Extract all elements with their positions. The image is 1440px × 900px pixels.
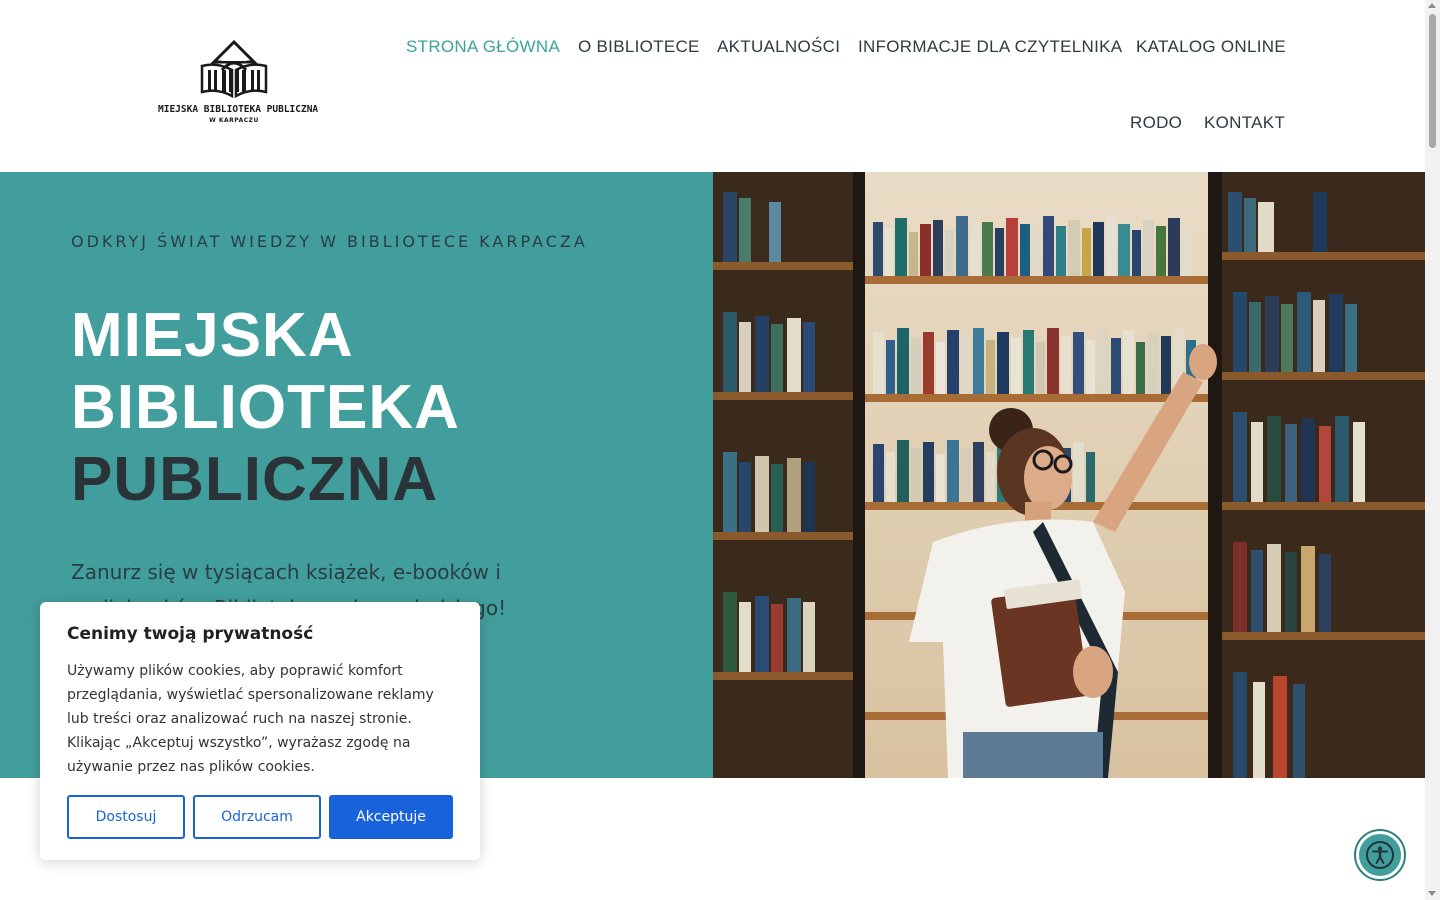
scroll-down-arrow-icon[interactable] <box>1428 891 1436 896</box>
site-header: MIEJSKA BIBLIOTEKA PUBLICZNA W KARPACZU … <box>0 0 1425 172</box>
cookie-accept-button[interactable]: Akceptuje <box>329 795 453 839</box>
cookie-title: Cenimy twoją prywatność <box>67 624 314 644</box>
hero-image <box>713 172 1425 778</box>
nav-rodo[interactable]: RODO <box>1130 113 1182 133</box>
library-photo-illustration <box>713 172 1425 778</box>
page: MIEJSKA BIBLIOTEKA PUBLICZNA W KARPACZU … <box>0 0 1425 900</box>
scrollbar-thumb[interactable] <box>1429 14 1436 148</box>
site-logo[interactable]: MIEJSKA BIBLIOTEKA PUBLICZNA W KARPACZU <box>158 40 319 128</box>
nav-home[interactable]: STRONA GŁÓWNA <box>406 37 560 57</box>
library-building-icon <box>200 40 268 99</box>
cookie-consent-banner: Cenimy twoją prywatność Używamy plików c… <box>40 602 480 860</box>
logo-subtitle: W KARPACZU <box>209 117 259 124</box>
accessibility-person-icon <box>1366 841 1394 869</box>
page-scrollbar[interactable] <box>1425 0 1440 900</box>
hero-title-line-2: BIBLIOTEKA <box>71 373 460 442</box>
accessibility-button[interactable] <box>1356 831 1404 879</box>
nav-contact[interactable]: KONTAKT <box>1204 113 1285 133</box>
scroll-up-arrow-icon[interactable] <box>1428 3 1436 8</box>
hero-title-line-3: PUBLICZNA <box>71 445 439 514</box>
nav-news[interactable]: AKTUALNOŚCI <box>717 37 840 57</box>
logo-title: MIEJSKA BIBLIOTEKA PUBLICZNA <box>158 104 319 115</box>
cookie-customize-button[interactable]: Dostosuj <box>67 795 185 839</box>
cookie-reject-button[interactable]: Odrzucam <box>193 795 321 839</box>
hero-title-line-1: MIEJSKA <box>71 301 354 370</box>
nav-about[interactable]: O BIBLIOTECE <box>578 37 700 57</box>
hero-title: MIEJSKA BIBLIOTEKA PUBLICZNA <box>71 300 460 516</box>
nav-catalog[interactable]: KATALOG ONLINE <box>1136 37 1286 57</box>
cookie-text: Używamy plików cookies, aby poprawić kom… <box>67 663 434 775</box>
nav-reader-info[interactable]: INFORMACJE DLA CZYTELNIKA <box>858 37 1122 57</box>
hero-kicker: ODKRYJ ŚWIAT WIEDZY W BIBLIOTECE KARPACZ… <box>71 232 588 251</box>
